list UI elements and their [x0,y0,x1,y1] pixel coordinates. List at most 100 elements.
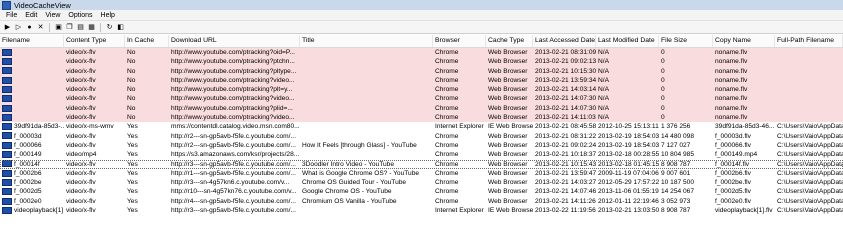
table-cell: video/x-flv [66,104,96,112]
table-cell: Web Browser [488,49,528,56]
table-cell [0,85,64,94]
table-cell: 0 [661,95,665,103]
table-cell: 10 187 500 [661,179,695,187]
table-cell: Web Browser [488,86,528,94]
table-cell: 2013-02-21 09:02:24 [535,141,596,149]
table-cell [775,67,843,76]
table-cell: f_000066 [0,141,64,150]
table-cell: noname.flv [715,76,748,84]
table-cell: f_0002be [0,178,64,187]
table-cell: http://r3---sn-gp5avb-f5fe.c.youtube.com… [171,207,296,215]
table-row[interactable]: f_00014f video/x-flv Yes http://r3---sn-gp5… [0,159,843,169]
table-cell: video/mp4 [66,151,97,159]
column-header-cache-type[interactable]: Cache Type [486,35,533,47]
table-cell: f_0002d5 [0,187,64,196]
table-cell: Chrome [435,151,459,159]
video-file-icon [2,76,12,84]
table-row[interactable]: f_000149 video/mp4 Yes https://s3.amazonaws… [0,150,843,159]
table-row[interactable]: video/x-flv No http://www.youtube.com/ptra… [0,94,843,104]
menu-edit[interactable]: Edit [21,12,41,19]
table-row[interactable]: f_0002d5 video/x-flv Yes http://r10---sn-4g… [0,187,843,196]
column-header-full-path-filename[interactable]: Full-Path Filename [775,35,843,47]
menu-bar: File Edit View Options Help [0,10,843,21]
table-cell: Web Browser [488,104,528,112]
table-row[interactable]: video/x-flv No http://www.youtube.com/ptra… [0,103,843,114]
column-header-last-accessed-date[interactable]: Last Accessed Date [533,35,596,47]
column-header-in-cache[interactable]: In Cache [125,35,169,47]
table-cell: f_00003d.flv [715,132,751,140]
table-cell: Google Chrome OS - YouTube [302,188,392,196]
table-cell: Yes [127,132,138,140]
column-header-filename[interactable]: Filename [0,35,64,47]
table-row[interactable]: f_0002be video/x-flv Yes http://r3---sn-4g5… [0,178,843,187]
table-cell [775,104,843,113]
video-file-icon [2,58,12,66]
table-row[interactable]: f_000066 video/x-flv Yes http://r2---sn-gp5… [0,141,843,150]
table-cell: Chrome OS Guided Tour - YouTube [302,179,407,187]
table-row[interactable]: video/x-flv No http://www.youtube.com/ptra… [0,57,843,67]
play-next-icon[interactable]: ▷ [14,23,23,32]
table-row[interactable]: f_00003d video/x-flv Yes http://r2---sn-gp5… [0,132,843,141]
table-cell: N/A [598,49,609,56]
column-header-last-modified-date[interactable]: Last Modified Date [596,35,659,47]
table-row[interactable]: f_0002b6 video/x-flv Yes http://r1---sn-gp5… [0,169,843,178]
table-cell: video/x-ms-wmv [66,123,114,131]
table-cell [300,206,433,215]
save-icon[interactable]: ▣ [54,23,63,32]
table-cell: video/x-flv [66,169,96,177]
table-row[interactable]: video/x-flv No http://www.youtube.com/ptra… [0,113,843,123]
table-cell: Web Browser [488,95,528,103]
table-cell [0,113,64,122]
table-row[interactable]: video/x-flv No http://www.youtube.com/ptra… [0,75,843,86]
table-cell: 8 908 787 [661,160,691,168]
table-cell: 2013-02-21 14:03:27 [535,179,596,187]
table-row[interactable]: f_0002e0 video/x-flv Yes http://r4---sn-gp5… [0,197,843,206]
filename-text: f_00003d [14,132,42,140]
column-header-browser[interactable]: Browser [433,35,486,47]
table-row[interactable]: video/x-flv No http://www.youtube.com/ptra… [0,85,843,95]
table-cell: C:\Users\Vaio\AppData [777,188,843,196]
table-row[interactable]: videoplayback[1] video/x-flv Yes http://r3-… [0,206,843,215]
table-cell: C:\Users\Vaio\AppData [777,207,843,215]
menu-file[interactable]: File [2,12,21,19]
table-cell: http://www.youtube.com/ptracking?video..… [171,114,295,122]
video-file-icon [2,48,12,56]
table-row[interactable]: 39df91da-85d3-... video/x-ms-wmv Yes mms://… [0,122,843,131]
column-header-title[interactable]: Title [300,35,433,47]
app-window: VideoCacheView File Edit View Options Help ▶… [0,0,843,244]
delete-icon[interactable]: ✕ [36,23,45,32]
about-icon[interactable]: ◧ [116,23,125,32]
column-header-content-type[interactable]: Content Type [64,35,125,47]
cache-list: Filename Content Type In Cache Download URL… [0,35,843,215]
video-file-icon [2,160,12,168]
table-cell: 2013-02-21 14:07:30 [535,95,596,103]
filename-text: videoplayback[1] [14,207,64,215]
table-cell: Chrome [435,160,459,168]
column-header-download-url[interactable]: Download URL [169,35,300,47]
menu-view[interactable]: View [41,12,64,19]
table-cell: 8 908 787 [661,207,691,215]
table-cell: No [127,114,136,122]
copy-icon[interactable]: ❐ [65,23,74,32]
table-cell: 2009-11-19 07:04:06 [598,169,659,177]
table-row[interactable]: video/x-flv No http://www.youtube.com/ptra… [0,66,843,76]
table-cell [775,94,843,103]
table-cell: f_000149.mp4 [715,151,758,159]
stop-icon[interactable]: ● [25,23,34,32]
properties-icon[interactable]: ▦ [87,23,96,32]
play-icon[interactable]: ▶ [3,23,12,32]
menu-options[interactable]: Options [64,12,96,19]
menu-help[interactable]: Help [97,12,119,19]
refresh-icon[interactable]: ↻ [105,23,114,32]
table-cell: N/A [598,114,609,122]
column-header-copy-name[interactable]: Copy Name [713,35,775,47]
copy-files-icon[interactable]: ▤ [76,23,85,32]
table-cell: 14 480 098 [661,132,695,140]
table-cell: C:\Users\Vaio\AppData [777,179,843,187]
table-cell: 2013-02-19 18:54:03 [598,141,659,149]
table-cell: Web Browser [488,141,528,149]
table-cell: 10 804 985 [661,151,695,159]
column-header-file-size[interactable]: File Size [659,35,713,47]
table-row[interactable]: video/x-flv No http://www.youtube.com/ptra… [0,48,843,58]
table-cell: Yes [127,169,138,177]
